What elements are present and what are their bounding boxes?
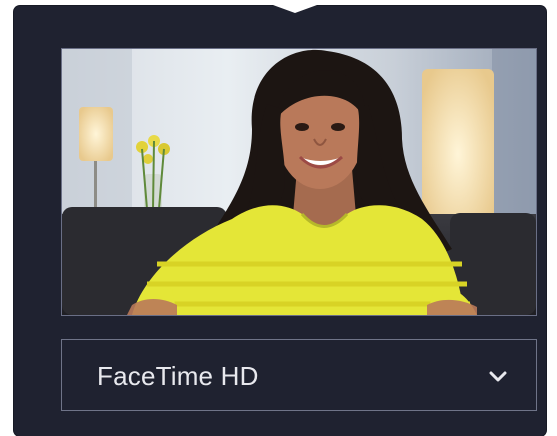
chevron-down-icon: [489, 371, 507, 382]
selected-camera-label: FaceTime HD: [97, 361, 259, 391]
camera-select-dropdown[interactable]: FaceTime HD: [61, 339, 537, 411]
camera-preview: [61, 48, 537, 316]
camera-preview-image: [62, 49, 536, 315]
camera-picker-popover: FaceTime HD: [14, 5, 546, 436]
popover-arrow: [273, 5, 317, 13]
